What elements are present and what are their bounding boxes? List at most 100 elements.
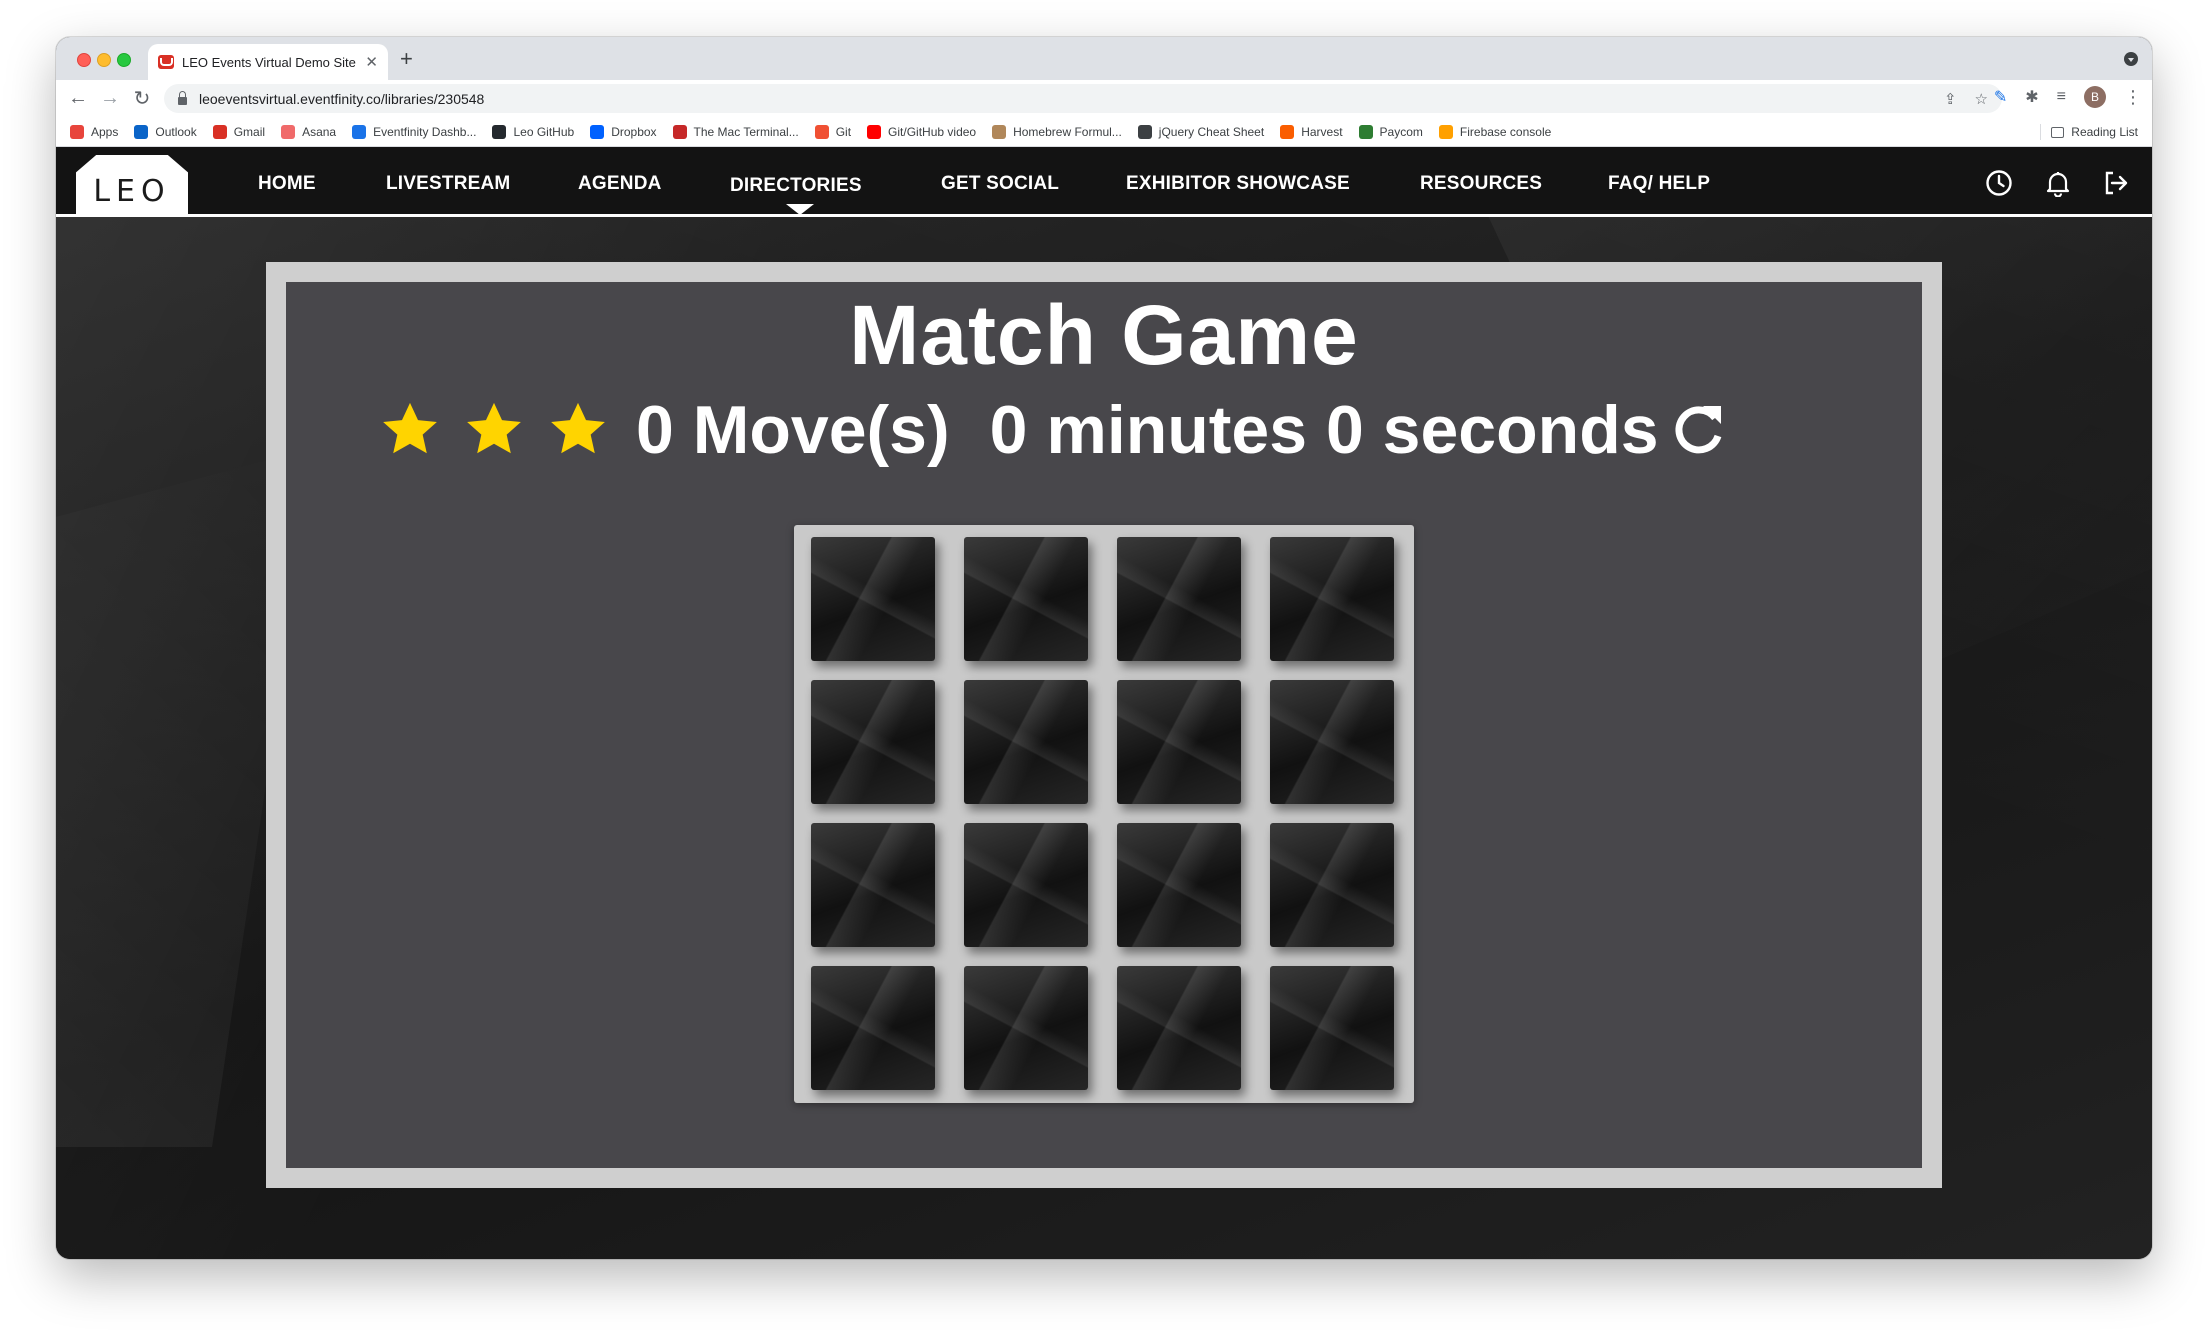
bookmark-item[interactable]: Apps bbox=[70, 124, 118, 139]
close-window-button[interactable] bbox=[77, 53, 91, 67]
nav-livestream[interactable]: LIVESTREAM bbox=[386, 173, 510, 195]
media-control-icon[interactable]: ≡ bbox=[2057, 88, 2066, 106]
bookmark-label: Homebrew Formul... bbox=[1013, 124, 1122, 139]
bell-icon[interactable] bbox=[2044, 169, 2072, 197]
nav-faq-help[interactable]: FAQ/ HELP bbox=[1608, 173, 1710, 195]
bookmark-item[interactable]: Homebrew Formul... bbox=[992, 124, 1122, 139]
star-icon bbox=[467, 402, 521, 454]
tab-close-icon[interactable]: ✕ bbox=[365, 53, 378, 71]
bookmark-item[interactable]: Firebase console bbox=[1438, 124, 1551, 139]
profile-avatar[interactable]: B bbox=[2084, 86, 2106, 108]
browser-menu-icon[interactable]: ⋮ bbox=[2124, 87, 2142, 108]
memory-card[interactable] bbox=[1270, 823, 1394, 947]
bookmark-label: Leo GitHub bbox=[513, 124, 575, 139]
restart-icon[interactable] bbox=[1669, 400, 1729, 460]
memory-card[interactable] bbox=[1117, 823, 1241, 947]
bookmark-label: Asana bbox=[302, 124, 337, 139]
address-bar[interactable]: leoeventsvirtual.eventfinity.co/librarie… bbox=[164, 84, 2002, 113]
bookmark-star-icon[interactable]: ☆ bbox=[1975, 90, 1988, 108]
memory-card[interactable] bbox=[1117, 966, 1241, 1090]
game-title: Match Game bbox=[849, 288, 1359, 382]
nav-resources[interactable]: RESOURCES bbox=[1420, 173, 1542, 195]
memory-card[interactable] bbox=[964, 680, 1088, 804]
browser-toolbar: ← → ↻ leoeventsvirtual.eventfinity.co/li… bbox=[56, 80, 2152, 117]
outlook-icon bbox=[134, 124, 149, 139]
apps-grid-icon bbox=[70, 124, 84, 139]
score-panel: 0 Move(s) 0 minutes 0 seconds bbox=[378, 390, 1729, 470]
eventfinity-icon bbox=[352, 124, 367, 139]
memory-card[interactable] bbox=[1270, 680, 1394, 804]
new-tab-button[interactable]: + bbox=[400, 46, 413, 72]
memory-card[interactable] bbox=[811, 680, 935, 804]
bookmark-item[interactable]: jQuery Cheat Sheet bbox=[1137, 124, 1264, 139]
lock-icon[interactable] bbox=[178, 90, 187, 105]
nav-agenda[interactable]: AGENDA bbox=[578, 173, 662, 195]
star-rating bbox=[378, 399, 630, 461]
logo-text: LEO bbox=[93, 173, 171, 209]
bookmark-item[interactable]: Paycom bbox=[1358, 124, 1423, 139]
share-icon[interactable]: ⇪ bbox=[1944, 90, 1957, 108]
bookmark-item[interactable]: Dropbox bbox=[590, 124, 657, 139]
site-favicon-icon bbox=[158, 55, 174, 69]
zoom-window-button[interactable] bbox=[117, 53, 131, 67]
memory-card[interactable] bbox=[1117, 537, 1241, 661]
memory-card[interactable] bbox=[1117, 680, 1241, 804]
nav-home[interactable]: HOME bbox=[258, 173, 316, 195]
memory-card[interactable] bbox=[811, 966, 935, 1090]
clock-icon[interactable] bbox=[1985, 169, 2013, 197]
memory-card[interactable] bbox=[811, 823, 935, 947]
memory-card[interactable] bbox=[964, 537, 1088, 661]
youtube-icon bbox=[867, 124, 882, 139]
extensions-puzzle-icon[interactable]: ✱ bbox=[2025, 87, 2038, 107]
bookmark-label: The Mac Terminal... bbox=[693, 124, 799, 139]
extension-pen-icon[interactable]: ✎ bbox=[1994, 87, 2007, 107]
bookmarks-bar: Apps Outlook Gmail Asana Eventfinity Dashb..… bbox=[56, 117, 2152, 147]
forward-arrow-icon[interactable]: → bbox=[94, 87, 126, 110]
harvest-icon bbox=[1280, 124, 1295, 139]
divider bbox=[2040, 124, 2042, 140]
bookmark-item[interactable]: Eventfinity Dashb... bbox=[352, 124, 477, 139]
bookmark-label: Git bbox=[835, 124, 852, 139]
tab-search-icon[interactable] bbox=[2124, 52, 2138, 66]
memory-card[interactable] bbox=[1270, 537, 1394, 661]
bookmark-label: Harvest bbox=[1301, 124, 1343, 139]
nav-directories[interactable]: DIRECTORIES bbox=[730, 175, 862, 197]
reload-icon[interactable]: ↻ bbox=[126, 86, 158, 111]
bookmark-label: Paycom bbox=[1379, 124, 1423, 139]
web-page: LEO HOME LIVESTREAM AGENDA DIRECTORIES G… bbox=[56, 147, 2152, 1259]
bookmark-label: Gmail bbox=[233, 124, 266, 139]
nav-exhibitor-showcase[interactable]: EXHIBITOR SHOWCASE bbox=[1126, 173, 1350, 195]
logout-icon[interactable] bbox=[2102, 169, 2130, 197]
bookmark-item[interactable]: Outlook bbox=[134, 124, 197, 139]
memory-card[interactable] bbox=[811, 537, 935, 661]
bookmark-item[interactable]: The Mac Terminal... bbox=[672, 124, 799, 139]
nav-get-social[interactable]: GET SOCIAL bbox=[941, 173, 1059, 195]
memory-card[interactable] bbox=[964, 966, 1088, 1090]
bookmark-item[interactable]: Leo GitHub bbox=[492, 124, 575, 139]
minimize-window-button[interactable] bbox=[97, 53, 111, 67]
game-panel: Match Game 0 Move(s) 0 minutes 0 seconds bbox=[286, 282, 1922, 1168]
site-navbar: LEO HOME LIVESTREAM AGENDA DIRECTORIES G… bbox=[56, 147, 2152, 217]
github-icon bbox=[492, 124, 507, 139]
bookmark-label: Eventfinity Dashb... bbox=[373, 124, 477, 139]
star-icon bbox=[551, 402, 605, 454]
back-arrow-icon[interactable]: ← bbox=[62, 87, 94, 110]
bookmark-label: Git/GitHub video bbox=[888, 124, 977, 139]
toolbar-extensions: ✎ ✱ ≡ B ⋮ bbox=[1994, 86, 2142, 108]
star-icon bbox=[383, 402, 437, 454]
bookmark-item[interactable]: Git/GitHub video bbox=[867, 124, 977, 139]
leo-logo[interactable]: LEO bbox=[76, 155, 188, 217]
url-text[interactable]: leoeventsvirtual.eventfinity.co/librarie… bbox=[199, 91, 1926, 107]
bookmark-item[interactable]: Gmail bbox=[212, 124, 266, 139]
browser-tab[interactable]: LEO Events Virtual Demo Site · ✕ bbox=[148, 44, 388, 80]
browser-window: LEO Events Virtual Demo Site · ✕ + ← → ↻… bbox=[56, 37, 2152, 1259]
firebase-icon bbox=[1438, 124, 1453, 139]
bookmark-item[interactable]: Harvest bbox=[1280, 124, 1343, 139]
memory-card[interactable] bbox=[964, 823, 1088, 947]
reading-list-button[interactable]: Reading List bbox=[2040, 124, 2138, 140]
bookmark-item[interactable]: Git bbox=[814, 124, 852, 139]
tab-title: LEO Events Virtual Demo Site · bbox=[182, 54, 360, 70]
bookmark-item[interactable]: Asana bbox=[281, 124, 337, 139]
card-deck bbox=[794, 525, 1414, 1103]
memory-card[interactable] bbox=[1270, 966, 1394, 1090]
